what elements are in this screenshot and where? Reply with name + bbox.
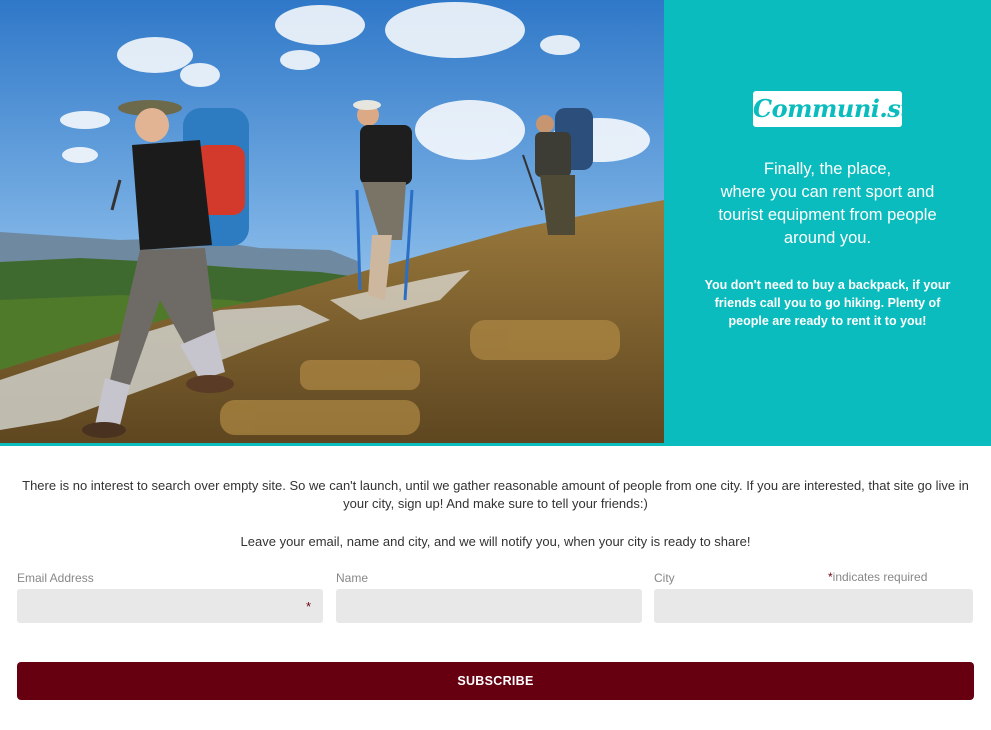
name-field[interactable]: [336, 589, 642, 623]
hero-subtext: You don't need to buy a backpack, if you…: [704, 278, 951, 328]
tagline-line: tourist equipment from people: [718, 206, 937, 224]
hero-tagline: Finally, the place, where you can rent s…: [694, 158, 961, 250]
subscribe-button[interactable]: SUBSCRIBE: [17, 662, 974, 700]
email-label: Email Address: [17, 571, 94, 585]
city-label: City: [654, 571, 675, 585]
tagline-line: where you can rent sport and: [720, 183, 935, 201]
email-field[interactable]: *: [17, 589, 323, 623]
email-required-star: *: [305, 599, 311, 614]
city-field[interactable]: [654, 589, 973, 623]
required-note-text: indicates required: [832, 570, 928, 584]
notify-paragraph: Leave your email, name and city, and we …: [240, 534, 751, 549]
tagline-line: Finally, the place,: [763, 160, 892, 178]
hero-divider: [0, 443, 991, 446]
hikers-photo-illustration: [0, 0, 664, 443]
hero-section: Communi.st Finally, the place, where you…: [0, 0, 991, 446]
name-label: Name: [336, 571, 369, 585]
hero-photo: [0, 0, 664, 443]
intro-paragraph: There is no interest to search over empt…: [22, 478, 969, 511]
required-note: *indicates required: [828, 570, 927, 584]
brand-logo[interactable]: Communi.st: [753, 91, 911, 127]
hero-info-panel: Communi.st Finally, the place, where you…: [664, 0, 991, 443]
tagline-line: around you.: [783, 229, 872, 247]
